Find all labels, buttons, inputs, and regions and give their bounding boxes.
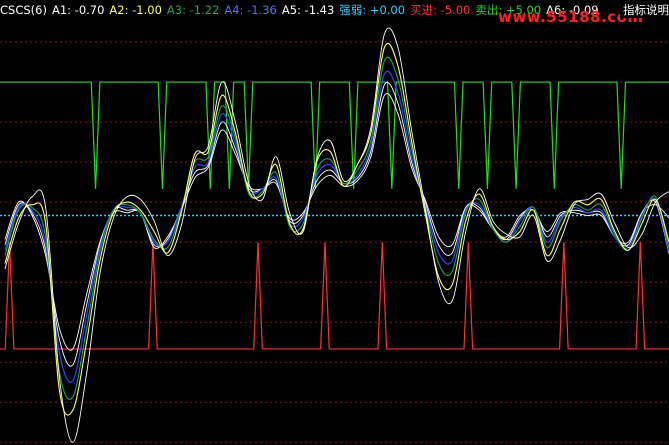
legend-a5: A5: -1.43 xyxy=(281,3,335,17)
legend-a3: A3: -1.22 xyxy=(166,3,220,17)
indicator-chart xyxy=(0,27,669,443)
legend-qiangruo: 强弱: +0.00 xyxy=(339,3,406,17)
indicator-name: CSCS(6) xyxy=(0,3,47,17)
indicator-window: CSCS(6) A1: -0.70 A2: -1.00 A3: -1.22 A4… xyxy=(0,0,669,445)
legend-a4: A4: -1.36 xyxy=(224,3,277,17)
legend-a1: A1: -0.70 xyxy=(51,3,105,17)
series-line-a4 xyxy=(4,70,669,383)
series-line-a6 xyxy=(4,93,669,351)
legend-buy: 买进: -5.00 xyxy=(410,3,471,17)
indicator-help-button[interactable]: 指标说明 xyxy=(620,2,669,18)
series-line-a5 xyxy=(4,81,669,367)
legend-a2: A2: -1.00 xyxy=(109,3,162,17)
